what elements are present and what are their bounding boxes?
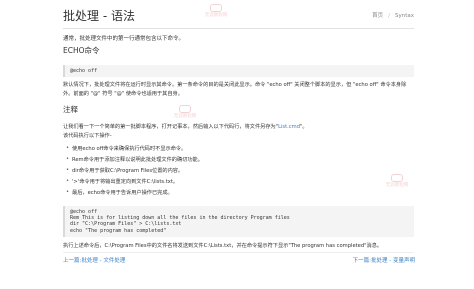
watermark-logo-icon [391,174,403,182]
watermark: 无涯教程网 [384,174,410,196]
breadcrumb-current: Syntax [394,13,414,19]
list-item: Rem命令用于添加注释以说明此批处理文件的确切功能。 [66,156,203,163]
intro-text: 通常，批处理文件中的第一行通常包含以下命令。 [63,36,185,42]
watermark-logo-icon [210,4,222,12]
list-item: '>'命令用于将输出重定向到文件C:\lists.txt。 [66,178,178,185]
result-paragraph: 执行上述命令后，C:\Program Files中的文件名将发送到文件C:\Li… [63,243,383,249]
breadcrumb: 首页 / Syntax [372,11,414,19]
code-block-echo: @echo off [63,65,414,78]
page-title: 批处理 - 语法 [63,9,135,23]
code-line: @echo off [70,68,98,74]
footer-divider [63,252,414,253]
list-item: 使用echo off命令来确保执行代码时不显示命令。 [66,145,186,152]
prev-page-link[interactable]: 上一篇:批处理 - 文件处理 [63,256,125,264]
watermark-logo-icon [179,105,191,113]
page-header: 批处理 - 语法 首页 / Syntax [0,0,474,30]
list-item: dir命令用于获取C:\Program Files位置的内容。 [66,167,183,174]
breadcrumb-separator: / [388,13,390,19]
section-heading-docs: 注释 [63,105,78,114]
docs-paragraph: 让我们看一下一个简单的第一批脚本程序，打开记事本，然后输入以下代码行，将文件另存… [63,124,308,130]
header-divider [63,28,414,29]
code-block-program: @echo off Rem This is for listing down a… [63,206,414,237]
section-heading-echo: ECHO命令 [63,46,100,55]
docs-subparagraph: 该代码执行以下操作- [63,133,112,139]
list-item: 最后，echo命令用于告诉用户操作已完成。 [66,189,173,196]
echo-description: 默认情况下，批处理文件将在运行时显示其命令。第一条命令的目的是关闭此显示。命令 … [63,82,407,97]
code-line: echo "The program has completed" [70,227,167,234]
filename-link[interactable]: List.cmd [278,124,300,130]
breadcrumb-home-link[interactable]: 首页 [372,13,383,19]
watermark: 无涯教程网 [203,4,229,26]
next-page-link[interactable]: 下一篇:批处理 - 变量声明 [353,256,415,264]
